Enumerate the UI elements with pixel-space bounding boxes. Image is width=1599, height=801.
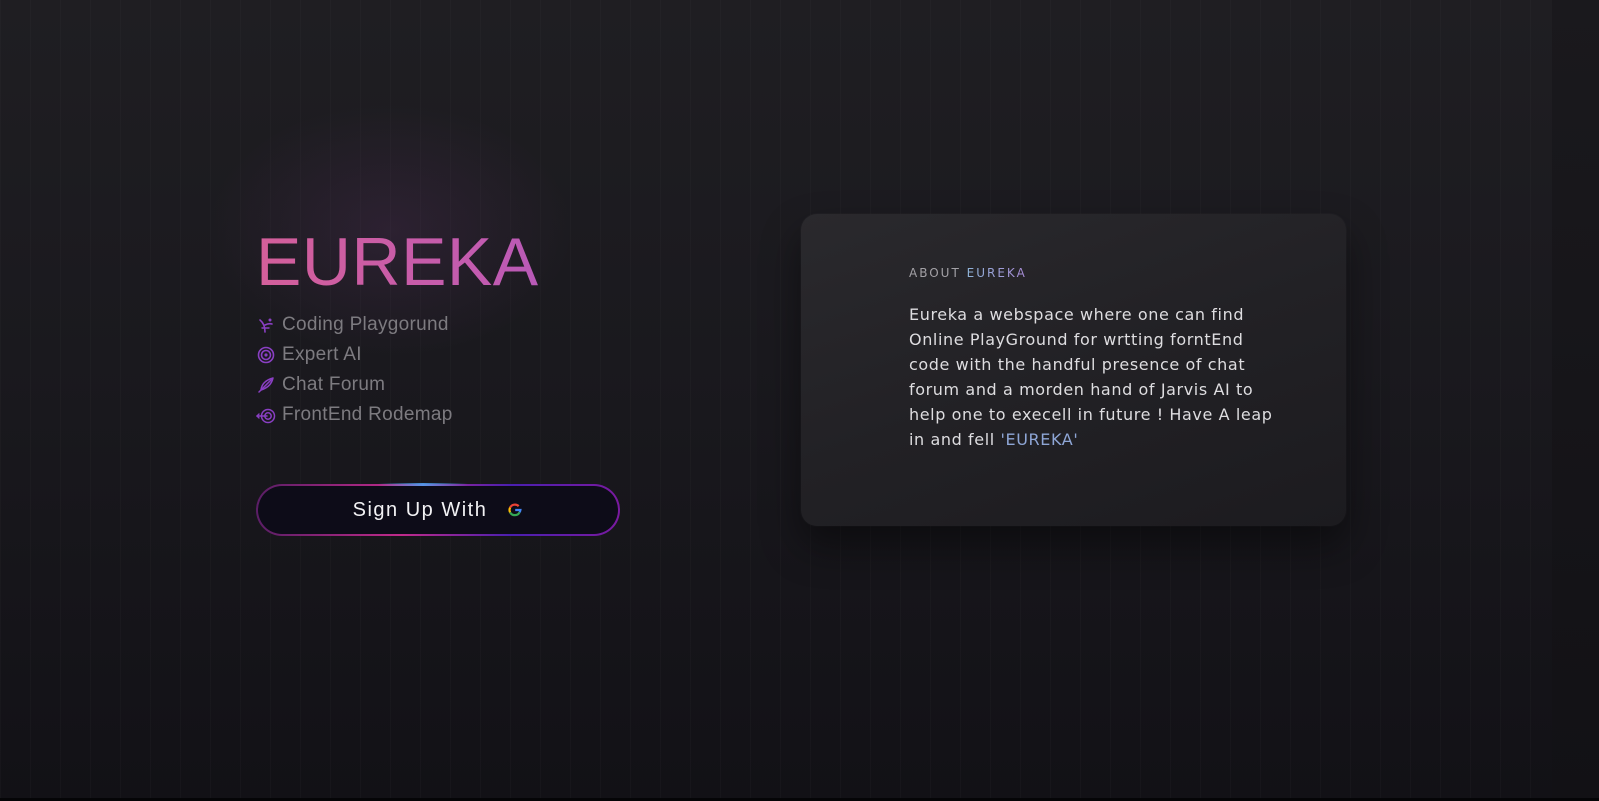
code-branch-icon [256,315,276,335]
about-highlight: 'EUREKA' [1000,430,1079,449]
sign-up-glow [378,483,468,486]
feather-icon [256,375,276,395]
about-body-text: Eureka a webspace where one can find Onl… [909,305,1273,449]
feature-list: Coding Playgorund Expert AI Chat Forum F… [256,310,676,430]
target-arrow-icon [256,405,276,425]
brand-title: EUREKA [256,222,676,302]
sign-up-button-inner: Sign Up With [258,483,618,534]
feature-label: FrontEnd Rodemap [282,404,453,425]
about-heading-prefix: ABOUT [909,266,961,280]
about-description: Eureka a webspace where one can find Onl… [909,302,1279,452]
feature-label: Chat Forum [282,374,386,395]
feature-item-frontend-roadmap: FrontEnd Rodemap [256,400,676,430]
feature-item-expert-ai: Expert AI [256,340,676,370]
google-icon [507,502,523,518]
feature-label: Expert AI [282,344,362,365]
about-heading: ABOUT EUREKA [909,266,1027,280]
sign-up-button[interactable]: Sign Up With [256,483,620,536]
feature-label: Coding Playgorund [282,314,449,335]
feature-item-chat-forum: Chat Forum [256,370,676,400]
feature-item-coding-playground: Coding Playgorund [256,310,676,340]
hero-section: EUREKA Coding Playgorund Expert AI Chat … [256,222,676,430]
right-edge-strip [1552,0,1599,801]
about-heading-name: EUREKA [966,266,1027,280]
ai-swirl-icon [256,345,276,365]
about-card: ABOUT EUREKA Eureka a webspace where one… [801,214,1346,526]
sign-up-label: Sign Up With [352,498,488,521]
